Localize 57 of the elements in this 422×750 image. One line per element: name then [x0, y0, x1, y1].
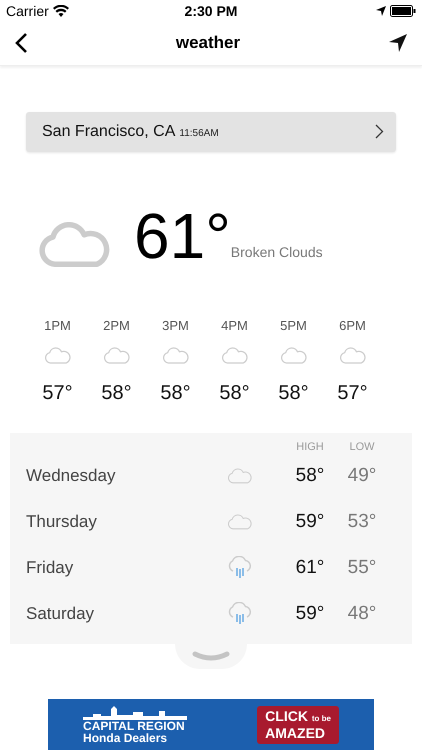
current-temperature: 61° [134, 204, 231, 268]
day-name: Friday [26, 558, 74, 578]
day-name: Saturday [26, 604, 94, 624]
hour-label: 3PM [162, 318, 189, 334]
back-icon[interactable] [14, 32, 28, 54]
high-label: HIGH [296, 440, 324, 453]
battery-icon [390, 4, 416, 17]
cloud-icon [227, 514, 253, 530]
ad-subline: Honda Dealers [83, 732, 168, 744]
day-name: Wednesday [26, 466, 116, 486]
low-temperature: 55° [348, 556, 376, 579]
chevron-right-icon [375, 124, 384, 140]
nav-title: weather [176, 33, 240, 54]
clock-time: 2:30 PM [184, 2, 238, 19]
cloud-icon [227, 468, 253, 484]
hour-label: 6PM [339, 318, 366, 334]
low-label: LOW [349, 440, 375, 453]
hour-temperature: 57° [337, 382, 368, 405]
hour-temperature: 58° [101, 382, 132, 405]
hour-temperature: 57° [42, 382, 73, 405]
high-temperature: 59° [296, 602, 324, 625]
carrier-name: Carrier [6, 2, 49, 19]
cloud-icon [280, 347, 308, 365]
cloud-icon [38, 222, 112, 268]
day-name: Thursday [26, 512, 97, 532]
low-temperature: 48° [348, 602, 376, 625]
ad-headline: CAPITAL REGION [83, 720, 186, 732]
high-temperature: 61° [296, 556, 324, 579]
cloud-icon [162, 347, 190, 365]
location-arrow-icon[interactable] [388, 33, 408, 54]
hour-label: 1PM [44, 318, 71, 334]
rain-cloud-icon [227, 602, 253, 626]
ad-banner[interactable]: CAPITAL REGION Honda Dealers CLICK to be AMAZED [48, 699, 374, 750]
rain-cloud-icon [227, 556, 253, 580]
skyline-icon [83, 706, 188, 720]
city-name: San Francisco, CA [42, 122, 176, 141]
location-bar[interactable]: San Francisco, CA 11:56AM [26, 112, 396, 152]
location-arrow-icon [376, 6, 386, 16]
high-temperature: 59° [296, 510, 324, 533]
cloud-icon [44, 347, 72, 365]
ad-button[interactable]: CLICK to be AMAZED [257, 706, 339, 744]
cloud-icon [220, 347, 248, 365]
cloud-icon [102, 347, 130, 365]
hour-label: 4PM [221, 318, 248, 334]
hour-temperature: 58° [160, 382, 191, 405]
chevron-down-icon [192, 651, 230, 662]
cloud-icon [338, 347, 366, 365]
condition-text: Broken Clouds [230, 244, 323, 260]
hour-label: 5PM [280, 318, 307, 334]
low-temperature: 53° [348, 510, 376, 533]
local-time: 11:56AM [179, 128, 219, 139]
hour-temperature: 58° [219, 382, 250, 405]
hour-temperature: 58° [278, 382, 309, 405]
high-temperature: 58° [296, 464, 324, 487]
hour-label: 2PM [103, 318, 130, 334]
wifi-icon [52, 4, 69, 17]
low-temperature: 49° [348, 464, 376, 487]
